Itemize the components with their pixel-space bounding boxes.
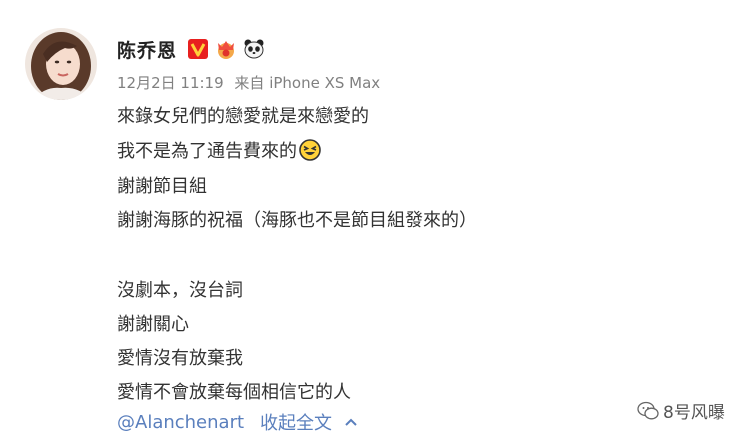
post-source: 来自 iPhone XS Max	[234, 74, 381, 92]
post-line: 謝謝節目組	[117, 176, 207, 197]
post-line-with-emoji: 我不是為了通告費來的	[117, 139, 321, 165]
chevron-up-icon[interactable]	[344, 417, 358, 427]
post-line: 愛情不會放棄每個相信它的人	[117, 382, 351, 403]
post-line: 我不是為了通告費來的	[117, 141, 297, 162]
profile-photo-icon	[25, 28, 97, 100]
panda-icon[interactable]	[243, 38, 265, 60]
post-line: 來錄女兒們的戀愛就是來戀愛的	[117, 106, 369, 127]
laughing-emoji-icon	[299, 139, 321, 169]
crown-badge-icon[interactable]	[215, 38, 237, 60]
verified-v-icon[interactable]	[187, 38, 209, 60]
collapse-full-text-button[interactable]: 收起全文	[260, 409, 332, 435]
post-line: 愛情沒有放棄我	[117, 348, 243, 369]
post-line: 謝謝關心	[117, 314, 189, 335]
author-row: 陈乔恩	[117, 36, 265, 62]
mention-link[interactable]: @Alanchenart	[117, 412, 244, 433]
post-line: 沒劇本，沒台詞	[117, 280, 243, 301]
watermark: 8号风曝	[637, 398, 725, 423]
wechat-icon	[637, 401, 659, 419]
post-timestamp[interactable]: 12月2日 11:19	[117, 74, 224, 92]
post-meta: 12月2日 11:19 来自 iPhone XS Max	[117, 72, 386, 93]
post-footer: @Alanchenart 收起全文	[117, 409, 358, 435]
avatar[interactable]	[25, 28, 97, 100]
post-line: 謝謝海豚的祝福（海豚也不是節目組發來的）	[117, 210, 477, 231]
author-name[interactable]: 陈乔恩	[117, 36, 177, 63]
watermark-text: 8号风曝	[663, 403, 725, 423]
